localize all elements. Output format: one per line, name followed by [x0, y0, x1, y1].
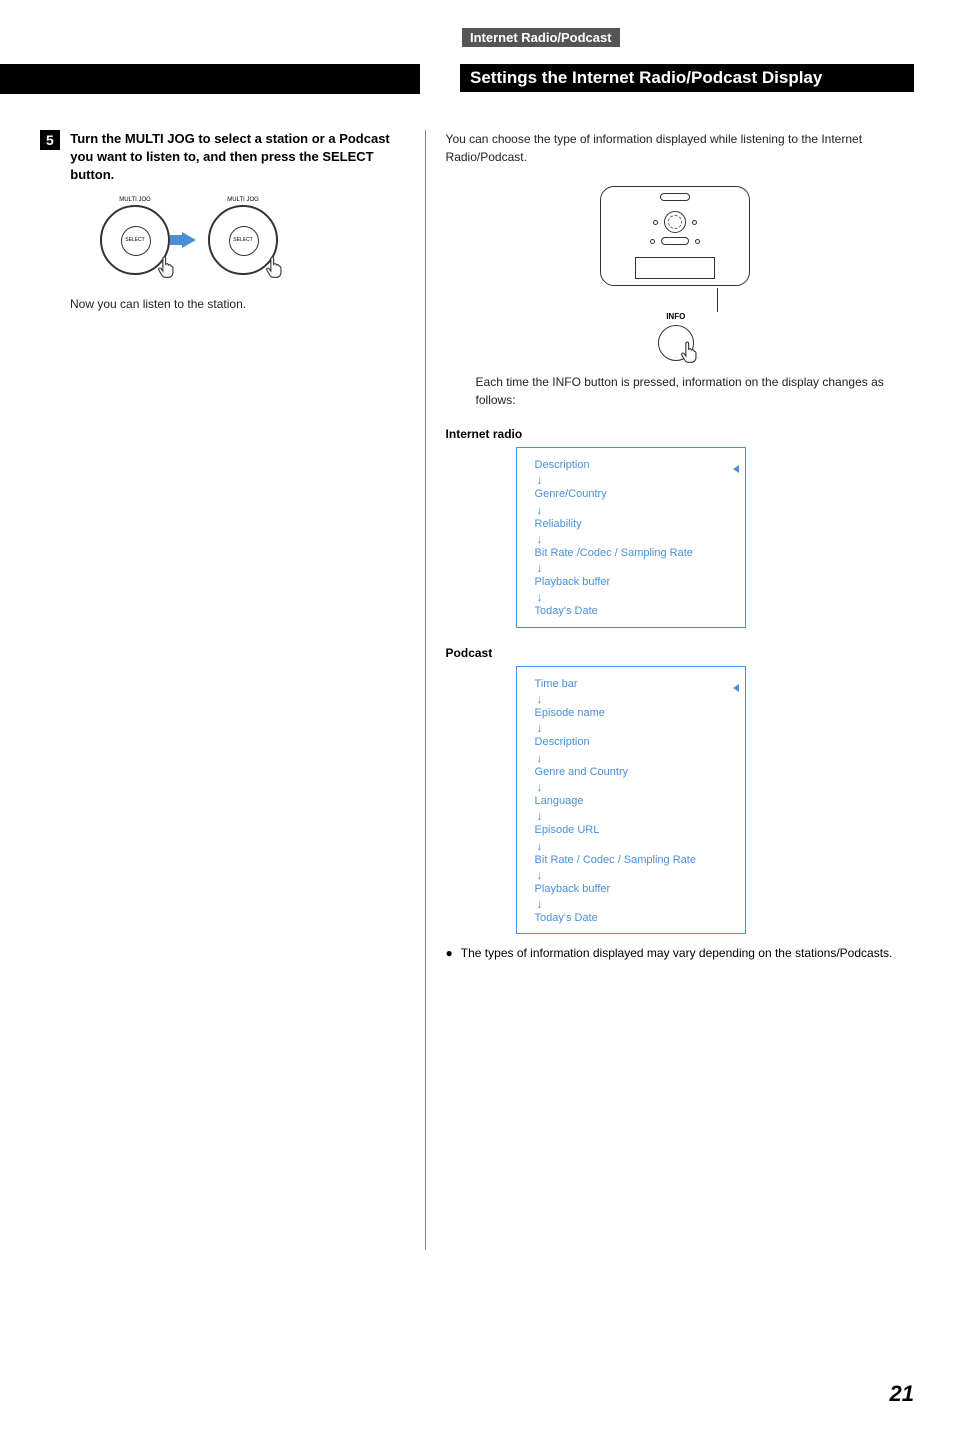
- flow-item: Episode name: [535, 706, 727, 720]
- jog-select-label: SELECT: [125, 237, 144, 243]
- flow-item: Genre and Country: [535, 765, 727, 779]
- down-arrow-icon: ↓: [537, 504, 727, 516]
- internet-radio-subhead: Internet radio: [446, 427, 914, 441]
- left-black-bar: [0, 64, 420, 94]
- note-text: The types of information displayed may v…: [461, 944, 893, 962]
- device-diagram: INFO: [600, 186, 760, 361]
- note-bullet-row: ● The types of information displayed may…: [446, 944, 914, 962]
- flow-item: Episode URL: [535, 823, 727, 837]
- jog-label: MULTI JOG: [210, 197, 276, 203]
- down-arrow-icon: ↓: [537, 474, 727, 486]
- down-arrow-icon: ↓: [537, 781, 727, 793]
- after-step-text: Now you can listen to the station.: [70, 295, 405, 313]
- arrow-right-icon: [182, 232, 196, 248]
- flow-item: Description: [535, 735, 727, 749]
- step-row: 5 Turn the MULTI JOG to select a station…: [40, 130, 405, 185]
- flow-item: Playback buffer: [535, 882, 727, 896]
- flow-item: Time bar: [535, 677, 727, 691]
- down-arrow-icon: ↓: [537, 898, 727, 910]
- jog-select-label: SELECT: [233, 237, 252, 243]
- podcast-flow-box: Time bar ↓ Episode name ↓ Description ↓ …: [516, 666, 746, 935]
- device-outline-icon: [600, 186, 750, 286]
- flow-item: Today's Date: [535, 911, 727, 925]
- down-arrow-icon: ↓: [537, 752, 727, 764]
- info-press-text: Each time the INFO button is pressed, in…: [476, 373, 914, 409]
- hand-pointer-icon: [679, 340, 701, 366]
- flow-item: Reliability: [535, 517, 727, 531]
- down-arrow-icon: ↓: [537, 591, 727, 603]
- section-label: Internet Radio/Podcast: [462, 28, 620, 47]
- down-arrow-icon: ↓: [537, 810, 727, 822]
- flow-item: Bit Rate / Codec / Sampling Rate: [535, 853, 727, 867]
- page-heading: Settings the Internet Radio/Podcast Disp…: [460, 64, 914, 92]
- flow-item: Language: [535, 794, 727, 808]
- bullet-icon: ●: [446, 944, 453, 962]
- jog-diagram: MULTI JOG SELECT MULTI JOG SELECT: [100, 205, 405, 275]
- podcast-subhead: Podcast: [446, 646, 914, 660]
- down-arrow-icon: ↓: [537, 869, 727, 881]
- flow-item: Bit Rate /Codec / Sampling Rate: [535, 546, 727, 560]
- internet-radio-flow-box: Description ↓ Genre/Country ↓ Reliabilit…: [516, 447, 746, 628]
- step-number-badge: 5: [40, 130, 60, 150]
- step-instruction: Turn the MULTI JOG to select a station o…: [70, 130, 391, 185]
- down-arrow-icon: ↓: [537, 840, 727, 852]
- flow-item: Description: [535, 458, 727, 472]
- flow-item: Genre/Country: [535, 487, 727, 501]
- hand-pointer-icon: [264, 255, 286, 281]
- page-number: 21: [890, 1381, 914, 1407]
- down-arrow-icon: ↓: [537, 722, 727, 734]
- flow-item: Today's Date: [535, 604, 727, 618]
- hand-pointer-icon: [156, 255, 178, 281]
- info-button-icon: [658, 325, 694, 361]
- down-arrow-icon: ↓: [537, 693, 727, 705]
- intro-text: You can choose the type of information d…: [446, 130, 914, 166]
- info-button-label: INFO: [666, 312, 686, 321]
- jog-label: MULTI JOG: [102, 197, 168, 203]
- down-arrow-icon: ↓: [537, 562, 727, 574]
- down-arrow-icon: ↓: [537, 533, 727, 545]
- flow-item: Playback buffer: [535, 575, 727, 589]
